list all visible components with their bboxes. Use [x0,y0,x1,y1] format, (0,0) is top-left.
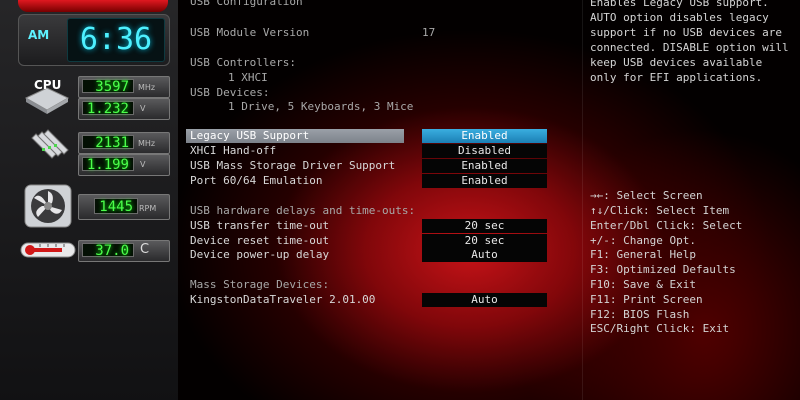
cpu-frequency: 3597 [82,79,134,94]
help-divider [582,0,583,400]
memory-frequency: 2131 [82,135,134,150]
kingston-datatraveler-value[interactable]: Auto [422,293,547,307]
temp-unit: C [140,242,150,257]
clock-display: 6:36 [67,18,165,62]
device-reset-timeout-option[interactable]: Device reset time-out [186,234,404,248]
usb-module-version-value: 17 [422,26,436,39]
mem-volt-unit: V [140,160,146,169]
port-60-64-emulation-option[interactable]: Port 60/64 Emulation [186,174,404,188]
usb-module-version-label: USB Module Version [190,26,310,39]
key-help-select: Enter/Dbl Click: Select [590,219,743,232]
memory-voltage: 1.199 [82,157,134,172]
thermometer-icon [20,240,76,260]
cpu-label: CPU [34,78,62,92]
xhci-hand-off-value[interactable]: Disabled [422,144,547,158]
key-help-change-opt: +/-: Change Opt. [590,234,696,247]
mass-storage-devices-header: Mass Storage Devices: [190,278,330,291]
am-pm-indicator: AM [28,28,50,42]
legacy-usb-support-value[interactable]: Enabled [422,129,547,143]
key-help-exit: ESC/Right Click: Exit [590,322,730,335]
temperature: 37.0 [82,243,134,258]
key-help-general-help: F1: General Help [590,248,696,261]
xhci-hand-off-option[interactable]: XHCI Hand-off [186,144,404,158]
usb-devices-label: USB Devices: [190,86,270,99]
key-help-print-screen: F11: Print Screen [590,293,703,306]
usb-controllers-label: USB Controllers: [190,56,296,69]
usb-delays-header: USB hardware delays and time-outs: [190,204,416,217]
hardware-monitor-panel: AM 6:36 CPU 3597 MHz 1.232 V 2131 MHz 1.… [0,0,178,400]
device-power-up-delay-value[interactable]: Auto [422,248,547,262]
cpu-volt-unit: V [140,104,146,113]
item-help-text: Enables Legacy USB support. AUTO option … [590,0,789,84]
kingston-datatraveler-option[interactable]: KingstonDataTraveler 2.01.00 [186,293,404,307]
usb-mass-storage-driver-option[interactable]: USB Mass Storage Driver Support [186,159,404,173]
usb-transfer-timeout-option[interactable]: USB transfer time-out [186,219,404,233]
key-help-optimized-defaults: F3: Optimized Defaults [590,263,736,276]
fan-speed: 1445 [94,198,138,215]
key-help-select-screen: →←: Select Screen [590,189,703,202]
legacy-usb-support-option[interactable]: Legacy USB Support [186,129,404,143]
key-help-save-exit: F10: Save & Exit [590,278,696,291]
clock-accent [18,0,168,12]
device-reset-timeout-value[interactable]: 20 sec [422,234,547,248]
cpu-freq-unit: MHz [138,83,156,92]
cpu-voltage: 1.232 [82,101,134,116]
usb-transfer-timeout-value[interactable]: 20 sec [422,219,547,233]
usb-devices-value: 1 Drive, 5 Keyboards, 3 Mice [228,100,414,113]
fan-unit: RPM [139,204,157,213]
port-60-64-emulation-value[interactable]: Enabled [422,174,547,188]
fan-icon [24,184,72,228]
memory-icon [28,128,72,172]
usb-configuration-header: USB Configuration [190,0,303,8]
device-power-up-delay-option[interactable]: Device power-up delay [186,248,404,262]
bios-screen: AM 6:36 CPU 3597 MHz 1.232 V 2131 MHz 1.… [0,0,800,400]
key-help-select-item: ↑↓/Click: Select Item [590,204,730,217]
mem-freq-unit: MHz [138,139,156,148]
usb-mass-storage-driver-value[interactable]: Enabled [422,159,547,173]
key-help-bios-flash: F12: BIOS Flash [590,308,690,321]
usb-controllers-value: 1 XHCI [228,71,268,84]
